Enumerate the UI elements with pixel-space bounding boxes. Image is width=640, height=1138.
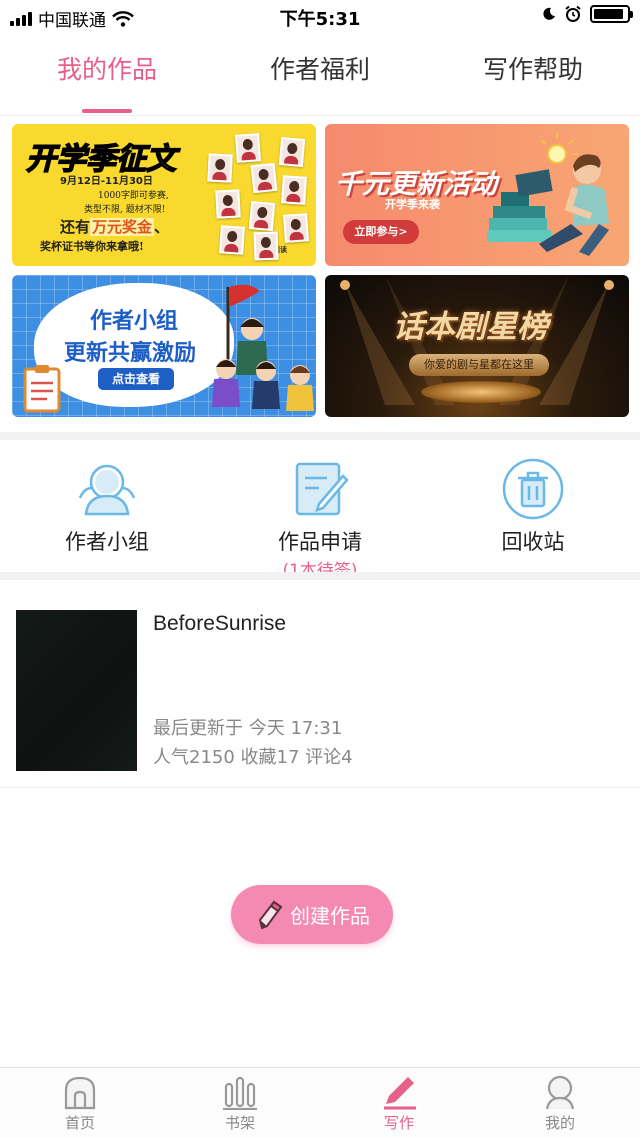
join-now-button[interactable]: 立即参与>	[343, 220, 419, 244]
entry-label: 作者小组	[65, 530, 149, 554]
section-divider	[0, 432, 640, 440]
tab-home[interactable]: 首页	[30, 1074, 130, 1133]
tab-author-benefits[interactable]: 作者福利	[213, 50, 427, 86]
banner-grid: 开学季征文 9月12日-11月30日 1000字即可参赛, 类型不限, 题材不限…	[12, 124, 629, 420]
profile-icon	[545, 1075, 575, 1110]
banner-date: 9月12日-11月30日	[60, 176, 153, 187]
quick-entries: 作者小组 作品申请 (1本待签) 回收站	[0, 440, 640, 581]
work-list-item[interactable]: BeforeSunrise 最后更新于 今天 17:31 人气2150 收藏17…	[0, 580, 640, 788]
reading-boy-illustration	[487, 133, 609, 256]
work-stats: 人气2150 收藏17 评论4	[153, 747, 353, 768]
bottom-tab-bar: 首页 书架 写作 我的	[0, 1067, 640, 1138]
tab-label: 书架	[224, 1114, 255, 1132]
tab-my-works[interactable]: 我的作品	[0, 50, 214, 86]
home-icon	[64, 1076, 96, 1110]
banner-text: 奖杯证书等你来拿哦!	[40, 240, 144, 253]
banner-text: 类型不限, 题材不限!	[84, 205, 166, 215]
pen-icon	[384, 1077, 416, 1110]
battery-icon	[590, 5, 633, 23]
banner-drama-ranking[interactable]: 话本剧星榜 你爱的剧与星都在这里	[325, 275, 629, 417]
tab-label: 写作	[383, 1114, 414, 1132]
banner-title: 作者小组	[90, 309, 179, 334]
create-work-label: 创建作品	[290, 904, 370, 928]
status-right	[542, 5, 633, 23]
tab-mine[interactable]: 我的	[510, 1074, 610, 1133]
pencil-icon	[258, 900, 283, 929]
recycle-bin-entry[interactable]: 回收站	[453, 458, 613, 556]
work-apply-entry[interactable]: 作品申请 (1本待签)	[240, 458, 400, 581]
prize-highlight: 万元奖金	[90, 218, 155, 236]
tab-label: 我的	[544, 1114, 575, 1132]
entry-label: 回收站	[501, 530, 565, 554]
author-group-entry[interactable]: 作者小组	[27, 458, 187, 556]
banner-text: 1000字即可参赛,	[98, 191, 169, 201]
banner-subtitle: 你爱的剧与星都在这里	[409, 354, 549, 376]
section-divider	[0, 572, 640, 580]
banner-essay-contest[interactable]: 开学季征文 9月12日-11月30日 1000字即可参赛, 类型不限, 题材不限…	[12, 124, 316, 266]
team-illustration	[212, 284, 314, 411]
clipboard-icon	[23, 365, 61, 413]
alarm-icon	[565, 5, 581, 22]
top-tabs: 我的作品 作者福利 写作帮助	[0, 34, 640, 116]
banner-prize-line: 还有 万元奖金、	[60, 218, 170, 236]
active-tab-indicator	[82, 109, 132, 113]
banner-author-group[interactable]: 作者小组 更新共赢激励 点击查看	[12, 275, 316, 417]
trash-icon	[502, 458, 564, 520]
create-work-button[interactable]: 创建作品	[231, 885, 393, 944]
tab-writing-help[interactable]: 写作帮助	[426, 50, 640, 86]
entry-label: 作品申请	[278, 530, 362, 554]
banner-title: 话本剧星榜	[393, 309, 548, 345]
status-bar: 中国联通 下午5:31	[0, 0, 640, 34]
stage-podium	[421, 381, 541, 403]
moon-icon	[543, 7, 555, 20]
tab-bookshelf[interactable]: 书架	[190, 1074, 290, 1133]
author-group-icon	[78, 464, 136, 516]
photo-collage	[202, 132, 312, 261]
banner-subtitle: 开学季来袭	[385, 198, 440, 211]
view-button[interactable]: 点击查看	[98, 368, 174, 390]
work-title: BeforeSunrise	[153, 612, 287, 635]
banner-subtitle: 更新共赢激励	[64, 341, 197, 366]
tab-label: 首页	[64, 1114, 95, 1132]
banner-update-event[interactable]: 千元更新活动 开学季来袭 立即参与>	[325, 124, 629, 266]
work-cover	[16, 610, 137, 771]
work-updated: 最后更新于 今天 17:31	[153, 718, 343, 739]
tab-write[interactable]: 写作	[349, 1074, 449, 1133]
bookshelf-icon	[223, 1076, 257, 1110]
apply-edit-icon	[295, 462, 349, 516]
